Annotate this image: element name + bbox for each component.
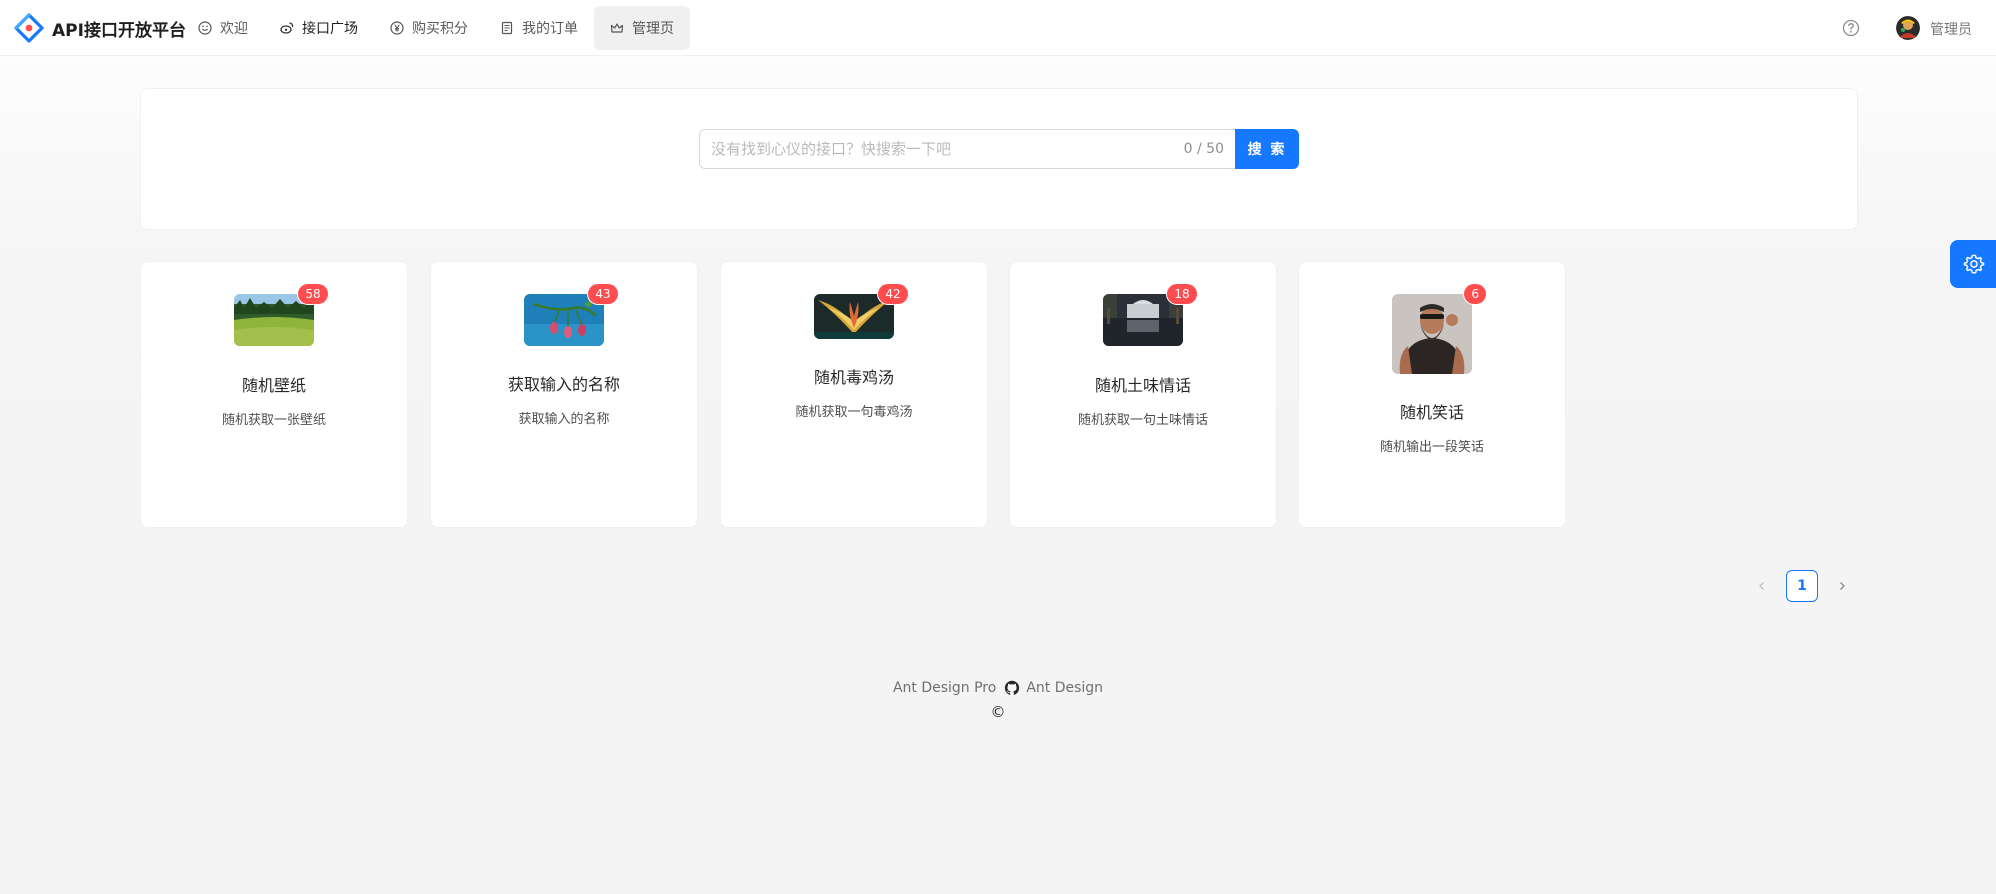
nav-item-buy-points[interactable]: 购买积分 (374, 6, 484, 50)
card-title: 随机毒鸡汤 (813, 368, 894, 387)
api-card-random-wallpaper[interactable]: 58 随机壁纸 随机获取一张壁纸 (140, 261, 408, 528)
api-card-random-love-talk[interactable]: 18 随机土味情话 随机获取一句土味情话 (1009, 261, 1277, 528)
crown-icon (610, 23, 624, 33)
github-icon[interactable] (1004, 680, 1020, 696)
weibo-icon (280, 22, 294, 34)
avatar-image (1896, 16, 1920, 40)
nav-item-api-square[interactable]: 接口广场 (264, 6, 374, 50)
search-card: 0 / 50 搜 索 (140, 88, 1858, 230)
card-thumbnail-bearded-man (1392, 294, 1472, 374)
nav-item-my-orders[interactable]: 我的订单 (484, 6, 594, 50)
call-count-badge: 42 (878, 284, 908, 304)
nav-item-label: 购买积分 (412, 21, 468, 37)
card-description: 获取输入的名称 (518, 412, 610, 427)
call-count-badge: 18 (1167, 284, 1197, 304)
card-thumbnail-wrapper: 42 (814, 284, 908, 339)
gear-icon (1963, 254, 1985, 274)
nav-item-welcome[interactable]: 欢迎 (182, 6, 264, 50)
search-char-counter: 0 / 50 (1183, 141, 1224, 157)
call-count-badge: 58 (298, 284, 328, 304)
footer-link-ant-design-pro[interactable]: Ant Design Pro (893, 680, 996, 696)
pagination-page-button[interactable]: 1 (1786, 570, 1818, 602)
api-card-random-soup[interactable]: 42 随机毒鸡汤 随机获取一句毒鸡汤 (720, 261, 988, 528)
search-box: 0 / 50 搜 索 (699, 129, 1299, 169)
nav-item-label: 我的订单 (522, 21, 578, 37)
chevron-left-icon (1759, 582, 1764, 590)
call-count-badge: 6 (1464, 284, 1486, 304)
card-description: 随机获取一句土味情话 (1077, 413, 1208, 428)
pagination-prev-button[interactable] (1746, 570, 1778, 602)
footer-link-ant-design[interactable]: Ant Design (1026, 680, 1103, 696)
search-input[interactable] (700, 130, 1235, 168)
yen-circle-icon (390, 21, 404, 35)
pagination-next-button[interactable] (1826, 570, 1858, 602)
nav-item-label: 欢迎 (220, 21, 248, 37)
avatar[interactable] (1896, 16, 1920, 40)
app-logo[interactable]: API接口开放平台 (14, 13, 186, 43)
settings-drawer-button[interactable] (1950, 240, 1996, 288)
chevron-right-icon (1840, 582, 1845, 590)
api-card-get-input-name[interactable]: 43 获取输入的名称 获取输入的名称 (430, 261, 698, 528)
app-title: API接口开放平台 (52, 20, 186, 41)
top-nav: 欢迎 接口广场 购买积分 我的订单 管理页 (182, 6, 690, 50)
card-description: 随机获取一张壁纸 (221, 413, 326, 428)
search-input-wrapper: 0 / 50 (699, 129, 1235, 169)
api-card-random-joke[interactable]: 6 随机笑话 随机输出一段笑话 (1298, 261, 1566, 528)
call-count-badge: 43 (588, 284, 618, 304)
nav-item-admin[interactable]: 管理页 (594, 6, 690, 50)
copyright: © (990, 703, 1006, 721)
card-title: 随机土味情话 (1094, 376, 1191, 395)
smile-icon (198, 21, 212, 35)
footer-links: Ant Design Pro Ant Design (0, 680, 1996, 696)
card-thumbnail-wrapper: 58 (234, 284, 328, 346)
card-description: 随机输出一段笑话 (1379, 440, 1484, 455)
card-title: 随机笑话 (1399, 403, 1464, 422)
card-thumbnail-wrapper: 18 (1103, 284, 1197, 346)
card-title: 获取输入的名称 (507, 375, 620, 394)
question-circle-icon[interactable] (1842, 19, 1860, 37)
user-name[interactable]: 管理员 (1930, 19, 1972, 39)
card-title: 随机壁纸 (241, 376, 306, 395)
card-thumbnail-wrapper: 6 (1392, 284, 1486, 374)
nav-item-label: 接口广场 (302, 21, 358, 37)
nav-item-label: 管理页 (632, 21, 674, 37)
card-description: 随机获取一句毒鸡汤 (795, 405, 913, 420)
top-header: API接口开放平台 欢迎 接口广场 购买积分 我的订单 管理页 管理员 (0, 0, 1996, 56)
card-thumbnail-wrapper: 43 (524, 284, 618, 346)
search-button[interactable]: 搜 索 (1235, 129, 1299, 169)
logo-diamond-icon (14, 13, 44, 43)
order-icon (501, 21, 513, 35)
